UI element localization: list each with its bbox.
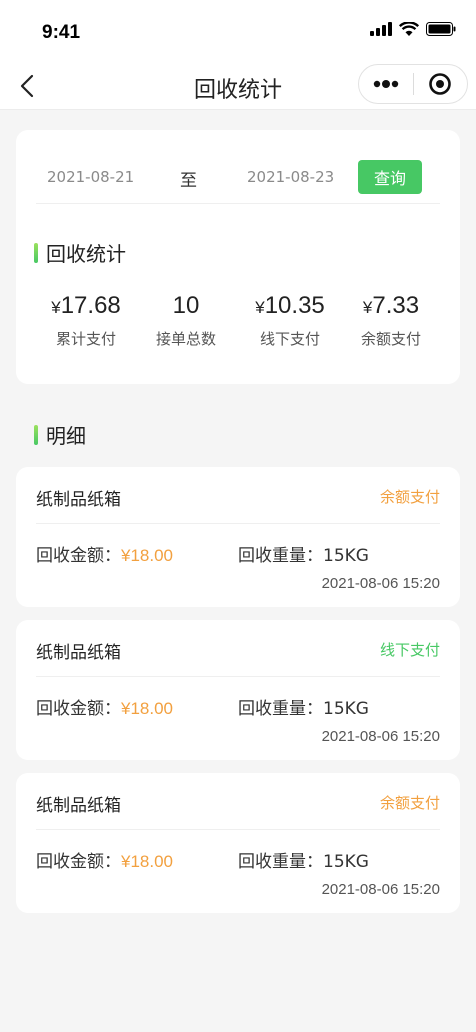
divider (36, 829, 440, 830)
weight-label: 回收重量： (238, 546, 323, 566)
payment-method: 余额支付 (379, 488, 440, 506)
record-time: 2021-08-06 15:20 (321, 881, 440, 898)
signal-icon (370, 22, 392, 36)
weight-value: 15KG (323, 546, 369, 566)
record-card[interactable]: 纸制品纸箱 余额支付 回收金额：¥18.00 回收重量：15KG 2021-08… (16, 773, 460, 913)
stats-title-text: 回收统计 (46, 242, 126, 266)
weight-label: 回收重量： (238, 699, 323, 719)
amount-label: 回收金额： (36, 699, 121, 719)
mini-program-capsule (358, 64, 468, 104)
item-name: 纸制品纸箱 (36, 643, 121, 663)
amount-row: 回收金额：¥18.00 (36, 694, 173, 719)
record-card[interactable]: 纸制品纸箱 余额支付 回收金额：¥18.00 回收重量：15KG 2021-08… (16, 467, 460, 607)
date-filter: 2021-08-21 至 2021-08-23 查询 (36, 158, 440, 204)
record-card[interactable]: 纸制品纸箱 线下支付 回收金额：¥18.00 回收重量：15KG 2021-08… (16, 620, 460, 760)
divider (36, 523, 440, 524)
stat-balance-paid: ¥7.33 余额支付 (341, 292, 441, 349)
stat-number: 10.35 (264, 292, 325, 319)
title-accent-bar (34, 242, 38, 263)
close-button[interactable] (413, 64, 467, 104)
stat-value: ¥7.33 (341, 292, 441, 320)
weight-row: 回收重量：15KG (238, 694, 369, 719)
stat-total-paid: ¥17.68 累计支付 (36, 292, 136, 349)
stat-offline-paid: ¥10.35 线下支付 (240, 292, 340, 349)
payment-method: 线下支付 (379, 641, 440, 659)
end-date-picker[interactable]: 2021-08-23 (247, 168, 334, 186)
more-button[interactable] (359, 64, 413, 104)
divider (36, 676, 440, 677)
title-accent-bar (34, 424, 38, 445)
amount-value: ¥18.00 (121, 546, 173, 565)
item-name: 纸制品纸箱 (36, 490, 121, 510)
amount-label: 回收金额： (36, 852, 121, 872)
stats-section-title: 回收统计 (34, 238, 126, 267)
nav-bar: 回收统计 (0, 62, 476, 110)
detail-title-text: 明细 (46, 424, 86, 448)
wifi-icon (399, 22, 419, 36)
stat-value: ¥17.68 (36, 292, 136, 320)
target-icon (429, 73, 452, 95)
item-name: 纸制品纸箱 (36, 796, 121, 816)
weight-row: 回收重量：15KG (238, 541, 369, 566)
weight-row: 回收重量：15KG (238, 847, 369, 872)
date-separator: 至 (180, 171, 197, 191)
payment-method: 余额支付 (379, 794, 440, 812)
currency-symbol: ¥ (255, 298, 265, 317)
stat-label: 接单总数 (155, 330, 216, 348)
battery-icon (426, 22, 456, 36)
start-date-picker[interactable]: 2021-08-21 (47, 168, 134, 186)
stat-label: 线下支付 (259, 330, 320, 348)
currency-symbol: ¥ (362, 298, 373, 317)
amount-label: 回收金额： (36, 546, 121, 566)
record-time: 2021-08-06 15:20 (321, 728, 440, 745)
stat-number: 10 (172, 292, 200, 319)
stat-order-count: 10 接单总数 (136, 292, 236, 349)
stat-number: 17.68 (60, 292, 121, 319)
stat-label: 余额支付 (360, 330, 421, 348)
weight-label: 回收重量： (238, 852, 323, 872)
record-time: 2021-08-06 15:20 (321, 575, 440, 592)
query-button[interactable]: 查询 (358, 160, 422, 194)
stat-value: 10 (136, 292, 236, 320)
weight-value: 15KG (323, 852, 369, 872)
amount-row: 回收金额：¥18.00 (36, 541, 173, 566)
amount-value: ¥18.00 (121, 699, 173, 718)
status-time: 9:41 (42, 22, 81, 43)
stat-label: 累计支付 (55, 330, 116, 348)
currency-symbol: ¥ (51, 298, 61, 317)
amount-value: ¥18.00 (121, 852, 173, 871)
more-dots-icon (373, 80, 398, 88)
stats-card: 2021-08-21 至 2021-08-23 查询 回收统计 ¥17.68 累… (16, 130, 460, 384)
status-icons (370, 22, 456, 36)
amount-row: 回收金额：¥18.00 (36, 847, 173, 872)
status-bar: 9:41 (0, 0, 476, 62)
stat-number: 7.33 (372, 292, 420, 319)
detail-section-title: 明细 (34, 420, 86, 449)
stat-value: ¥10.35 (240, 292, 340, 320)
weight-value: 15KG (323, 699, 369, 719)
